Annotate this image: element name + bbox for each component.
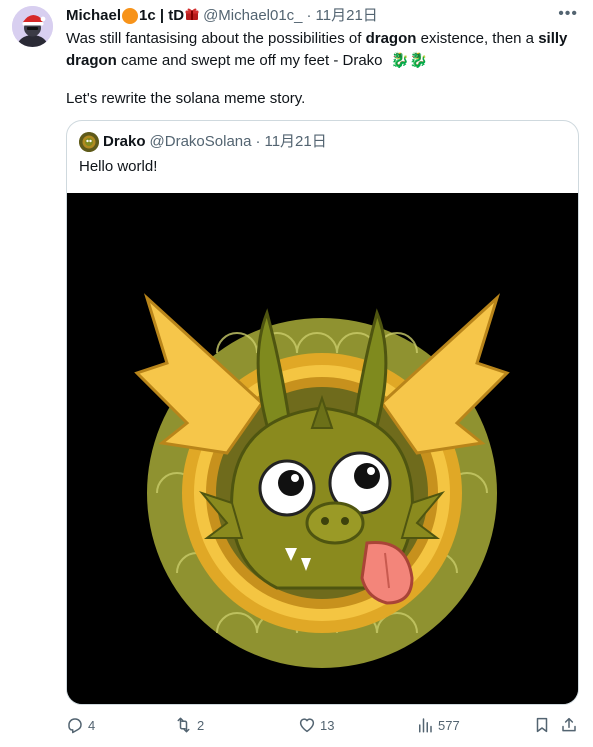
quoted-header-separator: · xyxy=(255,133,261,150)
header-separator: · xyxy=(306,7,312,24)
author-handle[interactable]: @Michael01c_ xyxy=(203,6,302,26)
author-avatar[interactable] xyxy=(12,6,53,47)
tweet-text-bold: dragon xyxy=(365,30,417,47)
tweet-text-line: Let's rewrite the solana meme story. xyxy=(66,90,306,107)
views-button[interactable]: 577 xyxy=(416,716,460,734)
orange-circle-icon xyxy=(122,8,139,24)
quoted-author-name: Drako xyxy=(103,133,146,150)
reply-count: 4 xyxy=(88,717,96,733)
heart-icon xyxy=(299,718,315,733)
quoted-tweet[interactable]: Drako @DrakoSolana · 11月21日 Hello world! xyxy=(66,120,579,705)
share-icon xyxy=(562,717,576,732)
avatar-image xyxy=(12,6,53,47)
author-name[interactable]: Michael 1c | tD xyxy=(66,6,199,26)
reply-button[interactable]: 4 xyxy=(66,716,95,734)
author-name-suffix: 1c | tD xyxy=(139,7,185,24)
quoted-tweet-date: 11月21日 xyxy=(264,133,327,150)
author-name-text: Michael xyxy=(66,7,122,24)
like-count: 13 xyxy=(320,717,335,733)
tweet-card[interactable]: Michael 1c | tD @Michael01c_ · 11月21日 ••… xyxy=(0,0,593,747)
tweet-actions: 4 2 13 577 xyxy=(66,716,578,738)
dragon-emoji-icon: 🐉🐉 xyxy=(390,52,429,69)
bookmark-icon xyxy=(536,717,548,733)
quoted-author-avatar xyxy=(79,132,99,152)
tweet-body: Michael 1c | tD @Michael01c_ · 11月21日 ••… xyxy=(66,5,578,110)
views-chart-icon xyxy=(419,718,432,733)
gift-icon xyxy=(185,6,199,26)
dragon-coin-image xyxy=(67,193,578,704)
quoted-author-handle: @DrakoSolana xyxy=(149,133,252,150)
quoted-tweet-image[interactable] xyxy=(67,193,578,704)
quoted-tweet-text: Hello world! xyxy=(79,158,158,175)
retweet-count: 2 xyxy=(197,717,205,733)
reply-icon xyxy=(68,718,82,734)
retweet-icon xyxy=(177,717,190,733)
quoted-tweet-header: Drako @DrakoSolana · 11月21日 xyxy=(79,132,327,152)
tweet-date[interactable]: 11月21日 xyxy=(316,6,378,26)
tweet-header: Michael 1c | tD @Michael01c_ · 11月21日 xyxy=(66,5,578,27)
tweet-text-part: Was still fantasising about the possibil… xyxy=(66,30,366,47)
tweet-text: Was still fantasising about the possibil… xyxy=(66,28,571,110)
tweet-text-part: existence, then a xyxy=(416,30,539,47)
more-options-icon[interactable]: ••• xyxy=(558,5,578,23)
bookmark-button[interactable] xyxy=(533,716,551,734)
share-button[interactable] xyxy=(560,716,578,734)
like-button[interactable]: 13 xyxy=(298,716,334,734)
views-count: 577 xyxy=(438,717,460,733)
tweet-text-part: came and swept me off my feet - Drako xyxy=(116,52,387,69)
retweet-button[interactable]: 2 xyxy=(174,716,204,734)
